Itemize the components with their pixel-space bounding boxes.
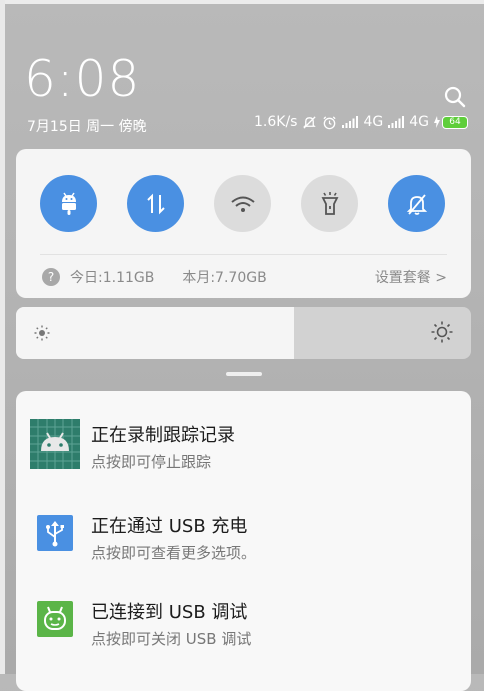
quick-toggle-row [40,175,445,232]
usb-icon [37,515,73,551]
brightness-level-fill [16,307,294,359]
android-debug-icon [37,601,73,637]
alarm-icon [323,115,337,129]
notification-list: 正在录制跟踪记录 点按即可停止跟踪 正在通过 USB 充电 点按即可查看更多选项… [16,391,471,691]
toggle-flashlight[interactable] [301,175,358,232]
today-usage: 今日:1.11GB [70,270,155,286]
set-plan-link[interactable]: 设置套餐 > [375,267,447,287]
window-top-edge [0,0,484,4]
quick-settings-divider [40,254,447,255]
signal-strength-icon-2 [388,116,405,128]
net-speed: 1.6K/s [254,114,298,130]
clock-time: 6:08 [24,50,141,108]
silent-bell-icon [303,115,317,129]
flashlight-icon [321,191,338,215]
brightness-slider[interactable] [16,307,471,359]
notification-title: 正在通过 USB 充电 [91,516,248,537]
data-usage-row: ? 今日:1.11GB 本月:7.70GB 设置套餐 > [42,267,447,287]
notification-usb-debug[interactable]: 已连接到 USB 调试 点按即可关闭 USB 调试 [16,596,471,666]
network-type-1: 4G [363,114,384,130]
month-usage: 本月:7.70GB [182,270,267,286]
wifi-icon [230,196,255,212]
help-icon[interactable]: ? [42,268,60,286]
notification-trace[interactable]: 正在录制跟踪记录 点按即可停止跟踪 [16,419,471,489]
search-icon[interactable] [444,86,466,108]
battery-indicator: 64 [434,115,468,129]
bell-off-icon [406,193,427,215]
notification-title: 正在录制跟踪记录 [91,425,235,446]
notification-text: 点按即可停止跟踪 [91,453,212,471]
toggle-mute-notifications[interactable] [388,175,445,232]
notification-text: 点按即可关闭 USB 调试 [91,630,252,648]
date-label: 7月15日 周一 傍晚 [27,119,147,135]
status-bar: 1.6K/s 4G 4G 64 [254,114,468,130]
quick-settings-panel: ? 今日:1.11GB 本月:7.70GB 设置套餐 > [16,149,471,298]
notification-usb-charging[interactable]: 正在通过 USB 充电 点按即可查看更多选项。 [16,510,471,580]
data-transfer-icon [146,193,165,214]
brightness-high-icon [431,321,453,343]
charging-icon [434,116,440,128]
toggle-mobile-data[interactable] [127,175,184,232]
signal-strength-icon [342,116,359,128]
window-left-edge [0,0,5,674]
android-icon [61,192,76,215]
android-trace-icon [30,419,80,469]
toggle-wifi[interactable] [214,175,271,232]
toggle-android-debug[interactable] [40,175,97,232]
notification-title: 已连接到 USB 调试 [91,602,248,623]
battery-level: 64 [442,115,468,129]
notification-text: 点按即可查看更多选项。 [91,544,257,562]
network-type-2: 4G [409,114,429,130]
drag-handle[interactable] [226,372,262,376]
brightness-low-icon [34,325,50,341]
